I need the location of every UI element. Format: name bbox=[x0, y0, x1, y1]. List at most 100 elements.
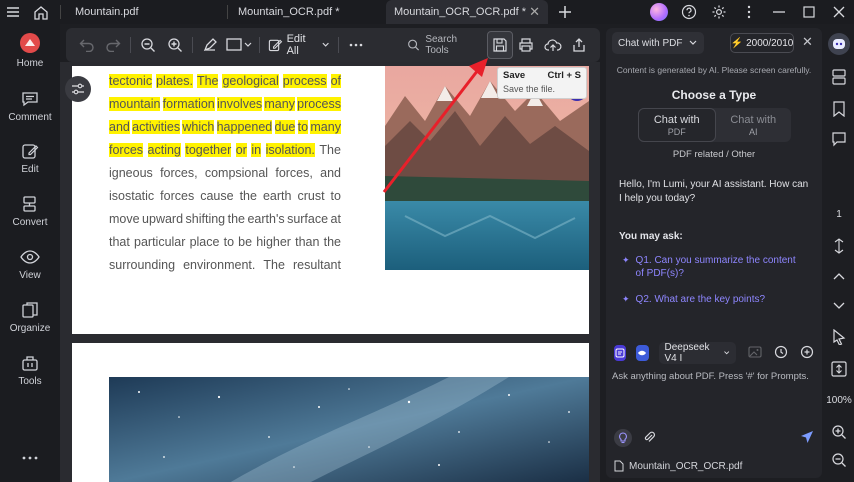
share-icon[interactable] bbox=[566, 31, 592, 59]
new-tab-icon[interactable] bbox=[552, 0, 578, 24]
nav-item-view[interactable]: View bbox=[0, 248, 60, 281]
new-chat-icon[interactable] bbox=[800, 345, 814, 362]
filter-settings-button[interactable] bbox=[65, 76, 91, 102]
chat-mode-label: Chat with PDF bbox=[618, 37, 683, 49]
word: geological bbox=[222, 74, 279, 88]
cloud-upload-icon[interactable] bbox=[540, 31, 566, 59]
nav-label: Tools bbox=[18, 376, 42, 387]
avatar[interactable] bbox=[650, 3, 668, 21]
model-dropdown[interactable]: Deepseek V4 I bbox=[658, 342, 737, 364]
word: of bbox=[330, 74, 341, 88]
bookmark-icon[interactable] bbox=[824, 98, 854, 120]
tab-label: Mountain_OCR_OCR.pdf * bbox=[394, 6, 527, 18]
question-text: Q1. Can you summarize the content of PDF… bbox=[635, 255, 796, 279]
search-tools-button[interactable]: Search Tools bbox=[407, 34, 479, 56]
word: to bbox=[223, 235, 235, 249]
settings-icon[interactable] bbox=[704, 0, 734, 24]
history-icon[interactable] bbox=[774, 345, 788, 362]
chat-with-ai-option[interactable]: Chat with AI bbox=[716, 108, 792, 142]
pdf-page-2 bbox=[72, 343, 589, 482]
minimize-icon[interactable] bbox=[764, 0, 794, 24]
word: that bbox=[109, 235, 130, 249]
word: process bbox=[282, 74, 327, 88]
help-icon[interactable] bbox=[674, 0, 704, 24]
option-sub: PDF bbox=[667, 126, 686, 137]
zoom-out-icon[interactable] bbox=[135, 31, 161, 59]
save-button[interactable] bbox=[487, 31, 514, 59]
nav-item-organize[interactable]: Organize bbox=[0, 301, 60, 334]
undo-icon[interactable] bbox=[74, 31, 100, 59]
fit-page-icon[interactable] bbox=[824, 358, 854, 380]
sparkle-icon: ✦ bbox=[622, 294, 630, 304]
nav-item-convert[interactable]: Convert bbox=[0, 195, 60, 228]
chat-with-pdf-option[interactable]: Chat with PDF bbox=[638, 108, 716, 142]
document-viewport[interactable]: tectonic plates. The geological process of mo… bbox=[60, 62, 600, 482]
send-icon[interactable] bbox=[800, 430, 814, 447]
suggested-question-1[interactable]: ✦ Q1. Can you summarize the content of P… bbox=[622, 254, 806, 280]
ai-tools-icon[interactable] bbox=[614, 345, 627, 361]
word: many bbox=[264, 97, 295, 111]
close-panel-icon[interactable]: ✕ bbox=[802, 34, 813, 50]
home-icon[interactable] bbox=[28, 0, 54, 24]
chat-mode-dropdown[interactable]: Chat with PDF bbox=[612, 32, 704, 54]
word: earth bbox=[262, 189, 292, 203]
tab-mountain-ocr-pdf[interactable]: Mountain_OCR.pdf * bbox=[228, 0, 386, 24]
suggested-question-2[interactable]: ✦ Q2. What are the key points? bbox=[622, 293, 806, 306]
highlighter-icon[interactable] bbox=[197, 31, 223, 59]
nav-item-home[interactable]: Home bbox=[0, 32, 60, 69]
previous-page-icon[interactable] bbox=[824, 266, 854, 286]
assistant-greeting: Hello, I'm Lumi, your AI assistant. How … bbox=[619, 179, 809, 204]
toolbox-icon bbox=[22, 356, 38, 371]
pdf-editor-window: Mountain.pdf Mountain_OCR.pdf * Mountain… bbox=[0, 0, 854, 482]
question-text: Q2. What are the key points? bbox=[635, 294, 766, 305]
text-line: mountain formation involves many process bbox=[109, 97, 341, 111]
more-tools-icon[interactable] bbox=[343, 31, 369, 59]
chat-input[interactable]: Ask anything about PDF. Press '#' for Pr… bbox=[612, 371, 816, 382]
tab-mountain-ocr-ocr-pdf[interactable]: Mountain_OCR_OCR.pdf * ✕ bbox=[386, 0, 548, 24]
tab-label: Mountain.pdf bbox=[75, 6, 139, 18]
word: the bbox=[227, 212, 245, 226]
image-upload-icon[interactable] bbox=[748, 345, 762, 362]
chat-type-selector: Chat with PDF Chat with AI bbox=[638, 108, 791, 142]
convert-icon bbox=[23, 196, 36, 212]
print-icon[interactable] bbox=[513, 31, 539, 59]
attached-file[interactable]: Mountain_OCR_OCR.pdf bbox=[614, 460, 742, 472]
zoom-out-icon[interactable] bbox=[824, 450, 854, 470]
maximize-icon[interactable] bbox=[794, 0, 824, 24]
divider bbox=[60, 5, 61, 19]
tab-mountain-pdf[interactable]: Mountain.pdf bbox=[67, 0, 227, 24]
nav-item-tools[interactable]: Tools bbox=[0, 354, 60, 387]
more-options-icon[interactable] bbox=[0, 456, 60, 464]
close-window-icon[interactable] bbox=[824, 0, 854, 24]
menu-icon[interactable] bbox=[0, 0, 26, 24]
close-tab-icon[interactable]: ✕ bbox=[529, 4, 540, 20]
zoom-in-icon[interactable] bbox=[824, 422, 854, 442]
type-hint: PDF related / Other bbox=[672, 149, 756, 160]
thumbnails-icon[interactable] bbox=[824, 66, 854, 88]
nav-item-edit[interactable]: Edit bbox=[0, 142, 60, 175]
edit-all-dropdown[interactable]: Edit All bbox=[268, 33, 330, 57]
fit-width-icon[interactable] bbox=[824, 236, 854, 256]
overflow-menu-icon[interactable] bbox=[734, 0, 764, 24]
ai-credits-badge[interactable]: ⚡ 2000/2010 bbox=[730, 33, 794, 53]
lightbulb-icon[interactable] bbox=[614, 429, 632, 447]
deepseek-logo-icon bbox=[636, 345, 649, 361]
chevron-down-icon bbox=[723, 351, 729, 355]
next-page-icon[interactable] bbox=[824, 296, 854, 316]
file-name: Mountain_OCR_OCR.pdf bbox=[629, 460, 743, 472]
page-number[interactable]: 1 bbox=[824, 204, 854, 224]
home-app-icon bbox=[20, 33, 40, 53]
nav-item-comment[interactable]: Comment bbox=[0, 90, 60, 123]
shape-dropdown[interactable] bbox=[223, 31, 255, 59]
attach-icon[interactable] bbox=[642, 430, 656, 447]
word: isostatic bbox=[109, 189, 155, 203]
model-label: Deepseek V4 I bbox=[664, 342, 710, 364]
comments-panel-icon[interactable] bbox=[824, 128, 854, 150]
redo-icon[interactable] bbox=[100, 31, 126, 59]
ai-assistant-icon[interactable] bbox=[824, 32, 854, 56]
select-cursor-icon[interactable] bbox=[824, 326, 854, 348]
zoom-level[interactable]: 100% bbox=[824, 390, 854, 410]
word: forces, bbox=[160, 166, 198, 180]
lightning-icon: ⚡ bbox=[730, 37, 744, 49]
zoom-in-icon[interactable] bbox=[162, 31, 188, 59]
